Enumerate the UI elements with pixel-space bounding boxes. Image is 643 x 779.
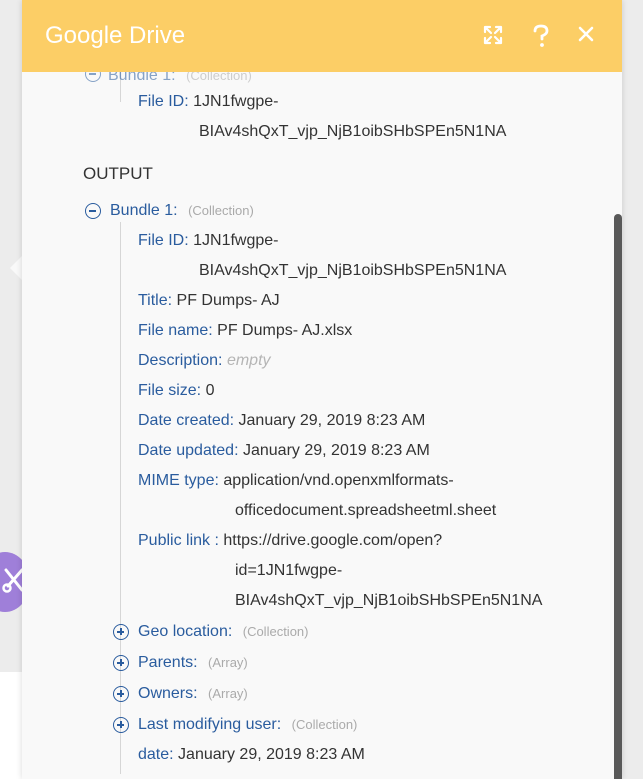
field-value: January 29, 2019 8:23 AM bbox=[178, 746, 365, 763]
field-value: January 29, 2019 8:23 AM bbox=[238, 412, 426, 429]
field-key: File ID: bbox=[138, 93, 189, 110]
field-value: PF Dumps- AJ.xlsx bbox=[217, 322, 353, 339]
help-button[interactable] bbox=[530, 24, 554, 48]
public-link-row: Public link : https://drive.google.com/o… bbox=[138, 531, 442, 551]
field-value: January 29, 2019 8:23 AM bbox=[242, 442, 430, 459]
panel-pointer bbox=[10, 256, 22, 280]
panel-title: Google Drive bbox=[45, 22, 186, 49]
field-key: Owners: bbox=[138, 685, 198, 702]
field-value: 0 bbox=[205, 382, 215, 399]
field-value: 1JN1fwgpe- bbox=[193, 93, 279, 110]
field-type: (Collection) bbox=[291, 717, 358, 732]
input-file-id-cont: BIAv4shQxT_vjp_NjB1oibSHbSPEn5N1NA bbox=[199, 123, 507, 140]
field-type: (Array) bbox=[208, 655, 248, 670]
help-icon bbox=[533, 24, 549, 47]
field-value: application/vnd.openxmlformats- bbox=[223, 472, 454, 489]
date-created-row: Date created: January 29, 2019 8:23 AM bbox=[138, 411, 425, 431]
date-updated-row: Date updated: January 29, 2019 8:23 AM bbox=[138, 441, 430, 461]
panel-header-bar: Google Drive bbox=[22, 0, 622, 72]
field-key: Date created: bbox=[138, 412, 235, 429]
module-panel: Google Drive File ID: 1JN1fwgpe- BIAv4sh… bbox=[22, 0, 622, 779]
public-link-cont: id=1JN1fwgpe- bbox=[235, 562, 343, 579]
geo-location-row[interactable]: Geo location: (Collection) bbox=[138, 622, 308, 642]
date-row: date: January 29, 2019 8:23 AM bbox=[138, 745, 365, 765]
scrollbar[interactable] bbox=[614, 214, 622, 779]
parents-expand-toggle[interactable] bbox=[113, 655, 129, 671]
field-key: File size: bbox=[138, 382, 202, 399]
close-icon bbox=[578, 26, 594, 42]
field-value-empty: empty bbox=[226, 352, 271, 369]
mime-type-row: MIME type: application/vnd.openxmlformat… bbox=[138, 471, 454, 491]
output-bundle-label[interactable]: Bundle 1: (Collection) bbox=[110, 201, 254, 221]
input-file-id-row: File ID: 1JN1fwgpe- bbox=[138, 92, 279, 112]
description-row: Description: empty bbox=[138, 351, 271, 371]
field-value[interactable]: https://drive.google.com/open? bbox=[223, 532, 442, 549]
bundle-label: Bundle 1: bbox=[110, 202, 178, 219]
field-key: File ID: bbox=[138, 232, 189, 249]
field-key: Description: bbox=[138, 352, 223, 369]
field-type: (Array) bbox=[208, 686, 248, 701]
field-key: Date updated: bbox=[138, 442, 239, 459]
close-button[interactable] bbox=[576, 24, 600, 48]
owners-row[interactable]: Owners: (Array) bbox=[138, 684, 248, 704]
geo-location-expand-toggle[interactable] bbox=[113, 624, 129, 640]
field-type: (Collection) bbox=[242, 624, 309, 639]
expand-button[interactable] bbox=[482, 24, 506, 48]
expand-icon bbox=[483, 25, 503, 45]
field-key: File name: bbox=[138, 322, 213, 339]
field-key: date: bbox=[138, 746, 174, 763]
parents-row[interactable]: Parents: (Array) bbox=[138, 653, 248, 673]
field-key: Title: bbox=[138, 292, 173, 309]
bundle-content: File ID: 1JN1fwgpe- BIAv4shQxT_vjp_NjB1o… bbox=[22, 72, 622, 779]
title-row: Title: PF Dumps- AJ bbox=[138, 291, 280, 311]
public-link-cont: BIAv4shQxT_vjp_NjB1oibSHbSPEn5N1NA bbox=[235, 592, 543, 609]
file-id-cont: BIAv4shQxT_vjp_NjB1oibSHbSPEn5N1NA bbox=[199, 262, 507, 279]
bundle-collapse-toggle[interactable] bbox=[85, 203, 101, 219]
file-size-row: File size: 0 bbox=[138, 381, 214, 401]
field-key: Parents: bbox=[138, 654, 198, 671]
output-heading: OUTPUT bbox=[83, 164, 153, 183]
owners-expand-toggle[interactable] bbox=[113, 686, 129, 702]
mime-type-cont: officedocument.spreadsheetml.sheet bbox=[235, 502, 497, 519]
file-name-row: File name: PF Dumps- AJ.xlsx bbox=[138, 321, 352, 341]
field-value: PF Dumps- AJ bbox=[176, 292, 280, 309]
field-key: Public link : bbox=[138, 532, 219, 549]
file-id-row: File ID: 1JN1fwgpe- bbox=[138, 231, 279, 251]
last-modifying-user-row[interactable]: Last modifying user: (Collection) bbox=[138, 715, 357, 735]
field-key: Last modifying user: bbox=[138, 716, 282, 733]
field-key: MIME type: bbox=[138, 472, 219, 489]
last-user-expand-toggle[interactable] bbox=[113, 717, 129, 733]
field-key: Geo location: bbox=[138, 623, 233, 640]
bundle-type: (Collection) bbox=[188, 203, 254, 218]
field-value: 1JN1fwgpe- bbox=[193, 232, 279, 249]
